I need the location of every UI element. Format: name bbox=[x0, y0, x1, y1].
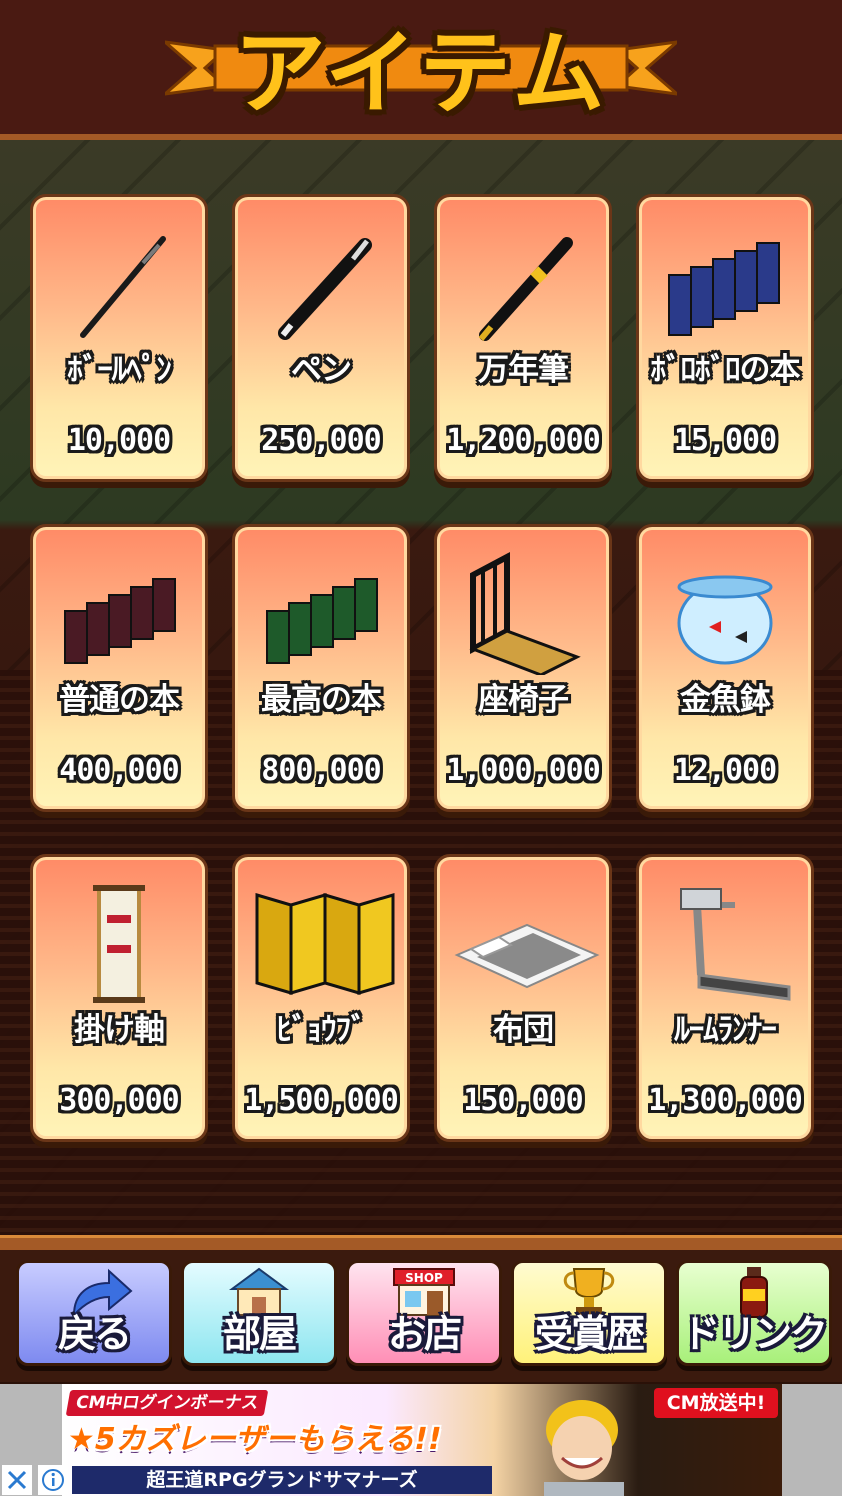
ad-person-image bbox=[544, 1400, 624, 1496]
item-image bbox=[469, 552, 581, 675]
ad-info-icon[interactable] bbox=[38, 1465, 68, 1495]
item-image bbox=[278, 238, 372, 340]
item-card[interactable]: ペン 250,000 bbox=[232, 194, 410, 482]
item-image bbox=[677, 575, 773, 665]
item-name: ペン bbox=[291, 352, 352, 388]
item-price: 400,000 bbox=[59, 753, 179, 788]
item-card[interactable]: ﾎﾞﾛﾎﾞﾛの本 15,000 bbox=[636, 194, 814, 482]
ad-on-air-badge: CM放送中! bbox=[654, 1388, 778, 1418]
item-price: 12,000 bbox=[673, 753, 777, 788]
shop-label: お店 bbox=[387, 1312, 462, 1356]
awards-label: 受賞歴 bbox=[534, 1312, 645, 1356]
item-card[interactable]: ﾎﾞｰﾙﾍﾟﾝ 10,000 bbox=[30, 194, 208, 482]
item-name: 座椅子 bbox=[478, 682, 569, 718]
item-image bbox=[93, 885, 145, 1003]
item-name: 布団 bbox=[493, 1012, 554, 1048]
room-button[interactable]: 部屋 bbox=[181, 1260, 337, 1366]
item-card[interactable]: 金魚鉢 12,000 bbox=[636, 524, 814, 812]
item-card[interactable]: 普通の本 400,000 bbox=[30, 524, 208, 812]
divider bbox=[0, 1235, 842, 1250]
ad-subtitle: 超王道RPGグランドサマナーズ bbox=[72, 1466, 492, 1494]
item-card[interactable]: 布団 150,000 bbox=[434, 854, 612, 1142]
item-name: 最高の本 bbox=[261, 682, 382, 718]
awards-button[interactable]: 受賞歴 bbox=[511, 1260, 667, 1366]
back-button[interactable]: 戻る bbox=[16, 1260, 172, 1366]
item-name: ﾎﾞｰﾙﾍﾟﾝ bbox=[67, 352, 172, 388]
bottom-nav: 戻る 部屋 SHOP お店 受賞歴 ドリンク bbox=[0, 1250, 842, 1382]
item-price: 250,000 bbox=[261, 423, 381, 458]
ad-creative[interactable]: CM中ログインボーナス ★5カズレーザーもらえる!! 超王道RPGグランドサマナ… bbox=[62, 1384, 782, 1496]
item-image bbox=[680, 888, 791, 1001]
item-price: 150,000 bbox=[463, 1083, 583, 1118]
item-card[interactable]: 掛け軸 300,000 bbox=[30, 854, 208, 1142]
item-image bbox=[80, 236, 166, 338]
item-price: 10,000 bbox=[67, 423, 171, 458]
item-price: 1,300,000 bbox=[648, 1083, 803, 1118]
item-name: ﾎﾞﾛﾎﾞﾛの本 bbox=[650, 352, 801, 388]
drink-label: ドリンク bbox=[681, 1312, 828, 1356]
item-card[interactable]: 座椅子 1,000,000 bbox=[434, 524, 612, 812]
item-price: 15,000 bbox=[673, 423, 777, 458]
item-image bbox=[64, 578, 176, 664]
item-image bbox=[454, 923, 600, 989]
item-card[interactable]: 最高の本 800,000 bbox=[232, 524, 410, 812]
page-title: アイテム bbox=[233, 19, 609, 127]
item-name: 普通の本 bbox=[59, 682, 180, 718]
item-name: ﾙｰﾑﾗﾝﾅｰ bbox=[674, 1012, 777, 1048]
ad-tag: CM中ログインボーナス bbox=[65, 1390, 269, 1416]
item-price: 1,000,000 bbox=[446, 753, 601, 788]
shop-sign-text: SHOP bbox=[405, 1271, 443, 1285]
item-image bbox=[255, 892, 395, 996]
item-name: 金魚鉢 bbox=[680, 682, 771, 718]
ad-headline: ★5カズレーザーもらえる!! bbox=[68, 1422, 442, 1457]
shop-button[interactable]: SHOP お店 bbox=[346, 1260, 502, 1366]
item-card[interactable]: ﾋﾞｮｳﾌﾞ 1,500,000 bbox=[232, 854, 410, 1142]
ad-banner[interactable]: CM中ログインボーナス ★5カズレーザーもらえる!! 超王道RPGグランドサマナ… bbox=[0, 1384, 842, 1496]
item-card[interactable]: 万年筆 1,200,000 bbox=[434, 194, 612, 482]
item-price: 1,500,000 bbox=[244, 1083, 399, 1118]
ad-close-icon[interactable] bbox=[2, 1465, 32, 1495]
item-name: ﾋﾞｮｳﾌﾞ bbox=[276, 1012, 367, 1048]
item-image bbox=[478, 237, 573, 341]
drink-button[interactable]: ドリンク bbox=[676, 1260, 832, 1366]
item-price: 1,200,000 bbox=[446, 423, 601, 458]
item-image bbox=[266, 578, 378, 664]
item-image bbox=[668, 242, 780, 336]
header-bar: アイテム bbox=[0, 0, 842, 150]
item-name: 掛け軸 bbox=[74, 1012, 165, 1048]
item-price: 300,000 bbox=[59, 1083, 179, 1118]
item-price: 800,000 bbox=[261, 753, 381, 788]
item-card[interactable]: ﾙｰﾑﾗﾝﾅｰ 1,300,000 bbox=[636, 854, 814, 1142]
item-name: 万年筆 bbox=[478, 352, 569, 388]
back-label: 戻る bbox=[57, 1312, 132, 1356]
room-label: 部屋 bbox=[222, 1312, 297, 1356]
